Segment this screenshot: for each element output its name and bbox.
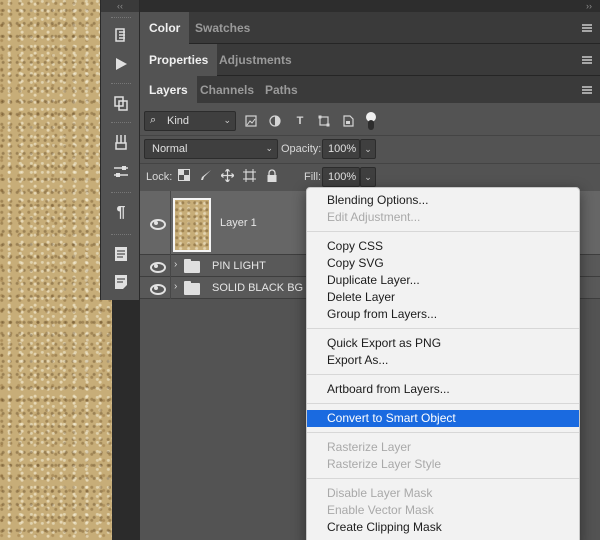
actions-play-icon[interactable]	[109, 53, 133, 75]
tab-channels[interactable]: Channels	[191, 76, 263, 104]
menu-item-delete-layer[interactable]: Delete Layer	[307, 289, 579, 306]
menu-item-blending-options[interactable]: Blending Options...	[307, 192, 579, 209]
menu-item-rasterize-layer-style: Rasterize Layer Style	[327, 457, 442, 471]
collapse-dock-button[interactable]: ››	[586, 0, 592, 12]
layer-thumbnail[interactable]	[173, 198, 211, 252]
menu-item-convert-to-smart-object[interactable]: Convert to Smart Object	[307, 410, 579, 427]
menu-item-disable-layer-mask: Disable Layer Mask	[327, 486, 433, 500]
visibility-eye-icon[interactable]	[149, 260, 166, 273]
layer-name[interactable]: PIN LIGHT	[212, 260, 266, 272]
menu-item-group-from-layers[interactable]: Group from Layers...	[307, 306, 579, 323]
menu-separator	[307, 374, 579, 375]
properties-panel-strip: Properties Adjustments	[140, 44, 600, 76]
dock-top-strip: ››	[140, 0, 600, 12]
menu-item-copy-svg[interactable]: Copy SVG	[307, 255, 579, 272]
opacity-label: Opacity:	[281, 143, 322, 155]
filter-kind-label: Kind	[167, 115, 190, 127]
paragraph-styles-icon[interactable]	[109, 243, 133, 265]
layer-name[interactable]: SOLID BLACK BG	[212, 282, 303, 294]
menu-item-artboard-from-layers[interactable]: Artboard from Layers...	[307, 381, 579, 398]
lock-transparent-pixels-icon[interactable]	[177, 169, 191, 183]
menu-item-duplicate-layer[interactable]: Duplicate Layer...	[307, 272, 579, 289]
history-icon[interactable]	[109, 24, 133, 46]
brushes-icon[interactable]	[109, 131, 133, 153]
lock-all-icon[interactable]	[265, 169, 279, 183]
fill-label: Fill:	[304, 171, 322, 183]
menu-item-copy-css[interactable]: Copy CSS	[307, 238, 579, 255]
menu-separator	[307, 432, 579, 433]
filter-kind-select[interactable]: ⌕ Kind ⌄	[144, 111, 236, 131]
panel-menu-icon[interactable]	[582, 56, 592, 64]
menu-item-rasterize-layer: Rasterize Layer	[327, 440, 412, 454]
menu-item-edit-adjustment: Edit Adjustment...	[327, 210, 421, 224]
chevron-down-icon: ⌄	[223, 115, 231, 125]
tool-separator	[111, 234, 131, 236]
tool-separator	[111, 122, 131, 124]
notes-icon[interactable]	[109, 271, 133, 293]
visibility-eye-icon[interactable]	[149, 217, 166, 230]
menu-item-export-as[interactable]: Export As...	[307, 352, 579, 369]
artboard-auto-nest-icon[interactable]	[242, 169, 256, 183]
visibility-divider	[170, 277, 171, 299]
blend-mode-select[interactable]: Normal ⌄	[144, 139, 278, 159]
opacity-value: 100%	[328, 143, 357, 155]
brush-settings-icon[interactable]	[109, 161, 133, 183]
paragraph-icon[interactable]: ¶	[109, 202, 133, 224]
tab-paths[interactable]: Paths	[256, 76, 307, 104]
tool-separator	[111, 83, 131, 85]
type-filter-icon[interactable]: T	[294, 115, 306, 127]
chevron-right-icon[interactable]: ›	[174, 259, 177, 270]
menu-item-enable-vector-mask: Enable Vector Mask	[327, 503, 434, 517]
character-styles-icon[interactable]	[109, 92, 133, 114]
menu-item-create-clipping-mask[interactable]: Create Clipping Mask	[307, 519, 579, 536]
adjustment-filter-icon[interactable]	[269, 115, 281, 127]
opacity-dropdown-button[interactable]: ⌄	[360, 139, 376, 159]
visibility-divider	[170, 191, 171, 255]
chevron-right-icon[interactable]: ›	[174, 281, 177, 292]
tool-separator	[111, 192, 131, 194]
menu-separator	[307, 328, 579, 329]
tab-properties[interactable]: Properties	[140, 44, 218, 76]
layer-name[interactable]: Layer 1	[220, 217, 257, 229]
search-icon: ⌕	[150, 114, 157, 126]
panel-icons-column: ‹‹ ¶	[100, 0, 140, 300]
visibility-eye-icon[interactable]	[149, 282, 166, 295]
blend-mode-value: Normal	[152, 143, 188, 155]
tab-adjustments[interactable]: Adjustments	[210, 44, 301, 76]
divider	[140, 163, 600, 164]
panel-menu-icon[interactable]	[582, 24, 592, 32]
tab-color[interactable]: Color	[140, 12, 190, 44]
folder-icon	[184, 281, 200, 295]
opacity-field[interactable]: 100%	[322, 139, 360, 159]
smart-object-filter-icon[interactable]	[342, 115, 354, 127]
collapse-icons-button[interactable]: ‹‹	[101, 0, 139, 12]
visibility-divider	[170, 255, 171, 277]
menu-separator	[307, 231, 579, 232]
fill-dropdown-button[interactable]: ⌄	[360, 167, 376, 187]
folder-icon	[184, 259, 200, 273]
menu-separator	[307, 403, 579, 404]
menu-item-quick-export-png[interactable]: Quick Export as PNG	[307, 335, 579, 352]
divider	[140, 135, 600, 136]
lock-label: Lock:	[146, 171, 173, 183]
tab-layers[interactable]: Layers	[140, 76, 197, 104]
menu-separator	[307, 478, 579, 479]
fill-value: 100%	[328, 171, 357, 183]
filter-toggle[interactable]	[366, 112, 376, 130]
fill-field[interactable]: 100%	[322, 167, 360, 187]
tool-separator	[111, 17, 131, 19]
lock-position-icon[interactable]	[220, 168, 234, 183]
chevron-down-icon: ⌄	[265, 143, 273, 153]
panel-menu-icon[interactable]	[582, 86, 592, 94]
shape-filter-icon[interactable]	[318, 115, 330, 127]
lock-image-pixels-icon[interactable]	[199, 169, 213, 183]
pixel-filter-icon[interactable]	[245, 115, 257, 127]
tab-swatches[interactable]: Swatches	[186, 12, 259, 44]
layer-context-menu: Blending Options... Edit Adjustment... C…	[306, 187, 580, 540]
layers-panel-strip: Layers Channels Paths	[140, 76, 600, 104]
color-panel-strip: Color Swatches	[140, 12, 600, 44]
document-canvas[interactable]	[0, 0, 112, 540]
